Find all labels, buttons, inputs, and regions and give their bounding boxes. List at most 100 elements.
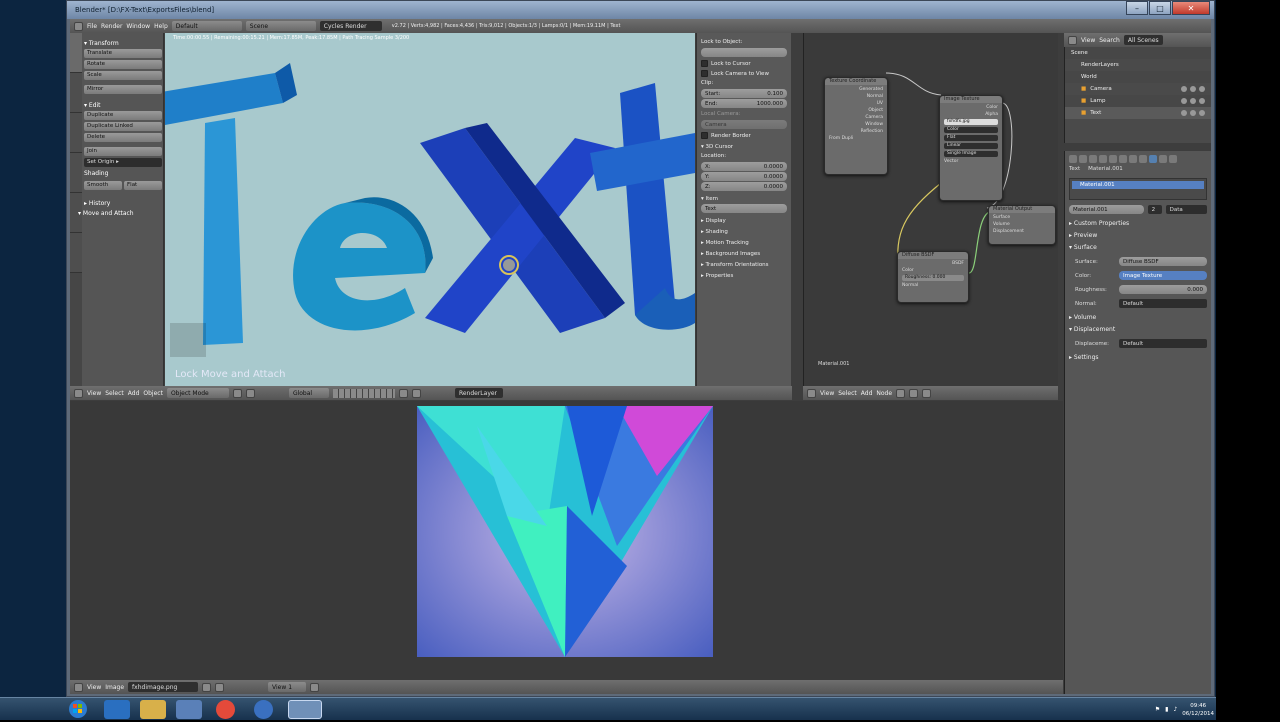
display-channels-icon[interactable] [310,682,320,692]
menu-add[interactable]: Add [861,390,873,397]
lock-icon[interactable] [398,388,408,398]
lock-cursor-checkbox[interactable] [701,60,708,67]
render-icon[interactable] [411,388,421,398]
custom-properties-panel[interactable]: ▸ Custom Properties [1069,220,1207,227]
render-layer-select[interactable]: RenderLayer [454,388,503,398]
duplicate-linked-button[interactable]: Duplicate Linked [84,122,162,131]
orientation-select[interactable]: Global [288,388,329,398]
shading-icon[interactable] [232,388,242,398]
settings-panel[interactable]: ▸ Settings [1069,354,1207,361]
volume-icon[interactable]: ♪ [1173,706,1177,713]
socket-uv[interactable]: UV [825,101,887,106]
display-mode-select[interactable]: All Scenes [1123,35,1163,45]
node-material-output[interactable]: Material Output Surface Volume Displacem… [988,205,1056,245]
material-slot-item[interactable]: Material.001 [1072,181,1204,189]
new-image-icon[interactable] [215,682,225,692]
explorer-icon[interactable] [140,700,166,719]
socket-surface[interactable]: Surface [989,215,1055,220]
menu-select[interactable]: Select [838,390,857,397]
app-icon[interactable] [254,700,273,719]
layers-grid[interactable] [332,388,395,398]
node-editor[interactable]: Texture Coordinate Generated Normal UV O… [803,33,1058,386]
image-file-field[interactable]: fxhdfx.jpg [944,119,998,125]
displacement-select[interactable]: Default [1119,339,1207,348]
tab-create[interactable] [70,73,82,113]
socket-camera[interactable]: Camera [825,115,887,120]
material-tab-icon[interactable] [1149,155,1157,163]
local-camera-field[interactable]: Camera [701,120,787,129]
clip-end-field[interactable]: End: 1000.000 [701,99,787,108]
projection-select[interactable]: Flat [944,135,998,141]
item-name-field[interactable]: Text [701,204,787,213]
socket-vector[interactable]: Vector [940,159,1002,164]
mode-select[interactable]: Object Mode [166,388,229,398]
surface-shader-select[interactable]: Diffuse BSDF [1119,257,1207,266]
editor-type-icon[interactable] [1068,35,1077,45]
roughness-field[interactable]: Roughness: 0.000 [902,275,964,281]
menu-image[interactable]: Image [105,684,124,691]
pivot-icon[interactable] [245,388,255,398]
properties-panel-title[interactable]: ▸ Properties [701,273,787,279]
cursor-icon[interactable] [1190,86,1196,92]
scene-select[interactable]: Scene [245,21,316,31]
source-select[interactable]: Single Image [944,151,998,157]
link-select[interactable]: Data [1165,205,1207,214]
menu-select[interactable]: Select [105,390,124,397]
ie-icon[interactable] [104,700,130,719]
socket-bsdf[interactable]: BSDF [898,261,968,266]
history-panel-title[interactable]: ▸ History [84,200,162,207]
minimize-button[interactable]: – [1126,1,1148,15]
cursor-z-field[interactable]: Z: 0.0000 [701,182,787,191]
menu-object[interactable]: Object [143,390,163,397]
socket-alpha[interactable]: Alpha [940,112,1002,117]
cursor-icon[interactable] [1190,110,1196,116]
menu-search[interactable]: Search [1099,37,1120,44]
tab-animation[interactable] [70,153,82,193]
operator-panel-title[interactable]: ▾ Move and Attach [78,210,162,217]
material-users-count[interactable]: 2 [1147,205,1162,214]
3d-cursor-panel-title[interactable]: ▾ 3D Cursor [701,144,787,150]
render-tab-icon[interactable] [1069,155,1077,163]
render-icon[interactable] [1199,86,1205,92]
menu-node[interactable]: Node [876,390,892,397]
render-icon[interactable] [1199,98,1205,104]
3d-viewport[interactable]: Time:00:00.55 | Remaining:00:15.21 | Mem… [165,33,695,386]
tab-grease-pencil[interactable] [70,233,82,273]
menu-render[interactable]: Render [101,23,122,30]
transform-panel-title[interactable]: ▾ Transform [84,40,162,47]
rotate-button[interactable]: Rotate [84,60,162,69]
lock-object-field[interactable] [701,48,787,57]
use-nodes-icon[interactable] [922,388,932,398]
menu-view[interactable]: View [1081,37,1095,44]
menu-file[interactable]: File [87,23,97,30]
eye-icon[interactable] [1181,98,1187,104]
socket-object[interactable]: Object [825,108,887,113]
screen-layout-select[interactable]: Default [171,21,242,31]
modifiers-tab-icon[interactable] [1129,155,1137,163]
object-tab-icon[interactable] [1109,155,1117,163]
chrome-icon[interactable] [216,700,235,719]
close-button[interactable]: ✕ [1172,1,1210,15]
interpolation-select[interactable]: Linear [944,143,998,149]
menu-view[interactable]: View [87,390,101,397]
data-tab-icon[interactable] [1139,155,1147,163]
constraints-tab-icon[interactable] [1119,155,1127,163]
menu-view[interactable]: View [87,684,101,691]
start-button[interactable] [66,698,94,721]
object-icon[interactable] [909,388,919,398]
socket-normal[interactable]: Normal [825,94,887,99]
socket-color[interactable]: Color [940,105,1002,110]
node-texture-coordinate[interactable]: Texture Coordinate Generated Normal UV O… [824,77,888,175]
blender-taskbar-icon[interactable] [288,700,322,719]
delete-button[interactable]: Delete [84,133,162,142]
menu-view[interactable]: View [820,390,834,397]
translate-button[interactable]: Translate [84,49,162,58]
render-engine-select[interactable]: Cycles Render [319,21,382,31]
flat-button[interactable]: Flat [124,181,162,190]
display-panel-title[interactable]: ▸ Display [701,218,787,224]
menu-window[interactable]: Window [126,23,150,30]
socket-volume[interactable]: Volume [989,222,1055,227]
mirror-button[interactable]: Mirror [84,85,162,94]
socket-generated[interactable]: Generated [825,87,887,92]
editor-type-icon[interactable] [74,21,83,31]
